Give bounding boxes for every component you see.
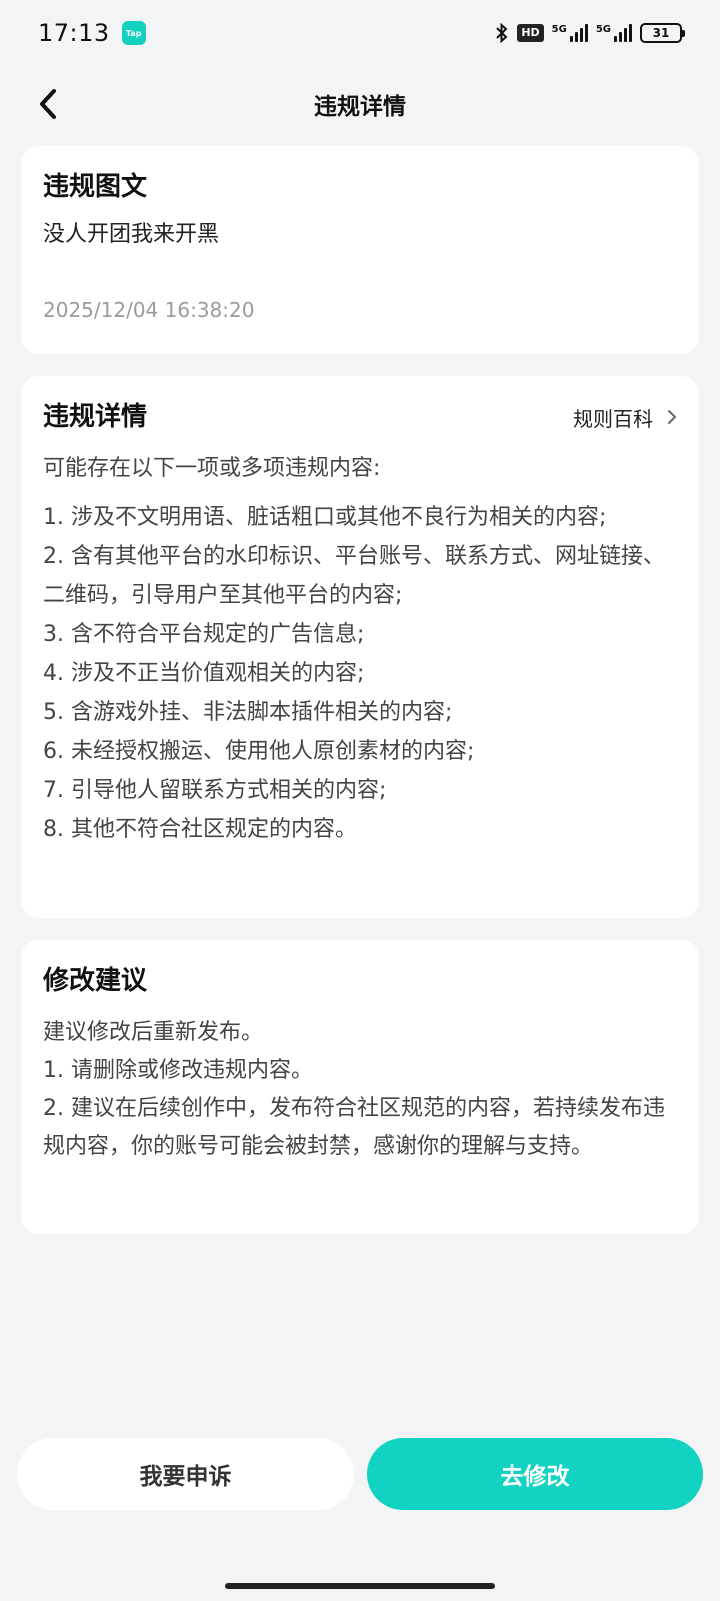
home-indicator[interactable]	[225, 1583, 495, 1589]
list-item: 4. 涉及不正当价值观相关的内容;	[43, 661, 365, 686]
battery-icon: 31	[640, 23, 685, 43]
list-item: 8. 其他不符合社区规定的内容。	[43, 817, 357, 842]
violation-content-card: 违规图文 没人开团我来开黑 2025/12/04 16:38:20	[21, 146, 699, 354]
timestamp: 2025/12/04 16:38:20	[43, 298, 255, 322]
list-item: 建议修改后重新发布。	[43, 1020, 264, 1045]
rules-link-label: 规则百科	[573, 406, 653, 431]
list-item: 2. 含有其他平台的水印标识、平台账号、联系方式、网址链接、二维码，引导用户至其…	[43, 544, 665, 608]
card-title: 违规详情	[43, 402, 148, 432]
list-item: 6. 未经授权搬运、使用他人原创素材的内容;	[43, 739, 475, 764]
page-title: 违规详情	[314, 94, 406, 120]
list-item: 2. 建议在后续创作中，发布符合社区规范的内容，若持续发布违规内容，你的账号可能…	[43, 1096, 665, 1159]
suggestions-card: 修改建议 建议修改后重新发布。 1. 请删除或修改违规内容。 2. 建议在后续创…	[21, 940, 699, 1234]
hd-icon: HD	[517, 24, 544, 42]
details-intro: 可能存在以下一项或多项违规内容:	[43, 456, 381, 481]
chevron-left-icon	[40, 89, 56, 119]
back-button[interactable]	[28, 84, 68, 124]
appeal-button[interactable]: 我要申诉	[17, 1438, 354, 1510]
modify-button[interactable]: 去修改	[367, 1438, 703, 1510]
bluetooth-icon	[495, 22, 509, 44]
tap-app-icon: Tap	[121, 21, 146, 45]
list-item: 1. 涉及不文明用语、脏话粗口或其他不良行为相关的内容;	[43, 505, 607, 530]
list-item: 7. 引导他人留联系方式相关的内容;	[43, 778, 387, 803]
signal-icon: 5G	[552, 24, 588, 42]
card-title: 违规图文	[43, 172, 148, 202]
chevron-right-icon	[668, 410, 676, 424]
card-title: 修改建议	[43, 966, 148, 996]
list-item: 1. 请删除或修改违规内容。	[43, 1058, 313, 1083]
suggestions-list: 建议修改后重新发布。 1. 请删除或修改违规内容。 2. 建议在后续创作中，发布…	[43, 1014, 677, 1166]
header: 违规详情	[0, 72, 720, 136]
status-icons: HD 5G 5G 31	[495, 22, 685, 44]
list-item: 5. 含游戏外挂、非法脚本插件相关的内容;	[43, 700, 453, 725]
violation-text: 没人开团我来开黑	[43, 222, 220, 247]
list-item: 3. 含不符合平台规定的广告信息;	[43, 622, 365, 647]
violation-rules-list: 1. 涉及不文明用语、脏话粗口或其他不良行为相关的内容; 2. 含有其他平台的水…	[43, 498, 677, 849]
violation-details-card: 违规详情 规则百科 可能存在以下一项或多项违规内容: 1. 涉及不文明用语、脏话…	[21, 376, 699, 918]
status-bar: 17:13 Tap HD 5G 5G 31	[0, 0, 720, 66]
rules-encyclopedia-link[interactable]: 规则百科	[573, 403, 677, 432]
status-time: 17:13	[38, 19, 110, 47]
signal-icon-2: 5G	[596, 24, 632, 42]
